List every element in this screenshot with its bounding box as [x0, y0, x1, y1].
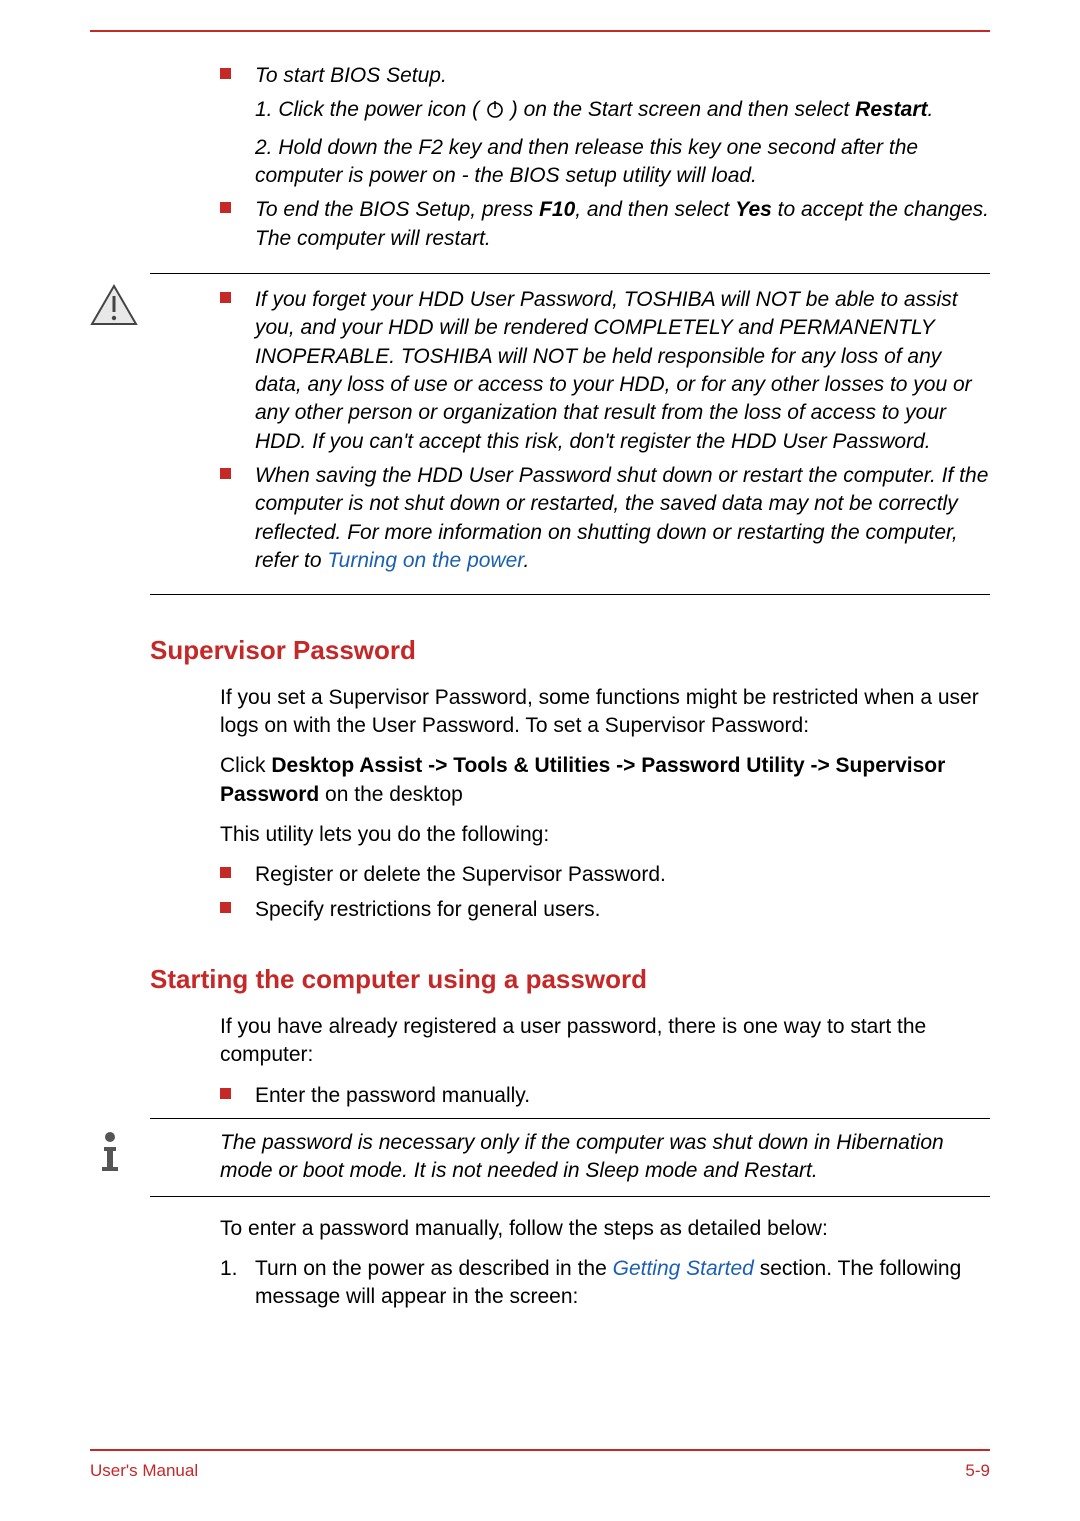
ordered-number: 1.	[220, 1255, 255, 1312]
supervisor-section: If you set a Supervisor Password, some f…	[220, 684, 990, 924]
warning-note: If you forget your HDD User Password, TO…	[150, 273, 990, 594]
info-text: The password is necessary only if the co…	[220, 1129, 990, 1186]
bullet-icon	[220, 202, 231, 213]
paragraph: To enter a password manually, follow the…	[220, 1215, 990, 1243]
list-item: To end the BIOS Setup, press F10, and th…	[220, 196, 990, 253]
paragraph: Click Desktop Assist -> Tools & Utilitie…	[220, 752, 990, 809]
list-item-text: To start BIOS Setup.	[255, 62, 990, 90]
list-item: Specify restrictions for general users.	[220, 896, 990, 924]
text-fragment: .	[524, 549, 530, 572]
paragraph: This utility lets you do the following:	[220, 821, 990, 849]
sub-step: 1. Click the power icon ( ) on the Start…	[255, 96, 990, 127]
text-fragment: ) on the Start screen and then select	[511, 98, 855, 121]
bullet-icon	[220, 902, 231, 913]
list-item-text: Specify restrictions for general users.	[255, 896, 990, 924]
bullet-icon	[220, 292, 231, 303]
link-getting-started[interactable]: Getting Started	[613, 1257, 754, 1280]
text-fragment: 1. Click the power icon (	[255, 98, 479, 121]
bullet-icon	[220, 867, 231, 878]
heading-starting-computer: Starting the computer using a password	[150, 964, 990, 995]
text-fragment: on the desktop	[319, 783, 463, 806]
starting-section: If you have already registered a user pa…	[220, 1013, 990, 1312]
info-note: The password is necessary only if the co…	[150, 1118, 990, 1197]
footer-page: 5-9	[965, 1461, 990, 1481]
warning-icon	[90, 284, 138, 333]
bios-section: To start BIOS Setup. 1. Click the power …	[220, 62, 990, 595]
list-item-text: Register or delete the Supervisor Passwo…	[255, 861, 990, 889]
text-fragment: .	[928, 98, 934, 121]
footer-title: User's Manual	[90, 1461, 198, 1481]
list-item: Enter the password manually.	[220, 1082, 990, 1110]
page-footer: User's Manual 5-9	[90, 1449, 990, 1481]
ordered-text: Turn on the power as described in the Ge…	[255, 1255, 990, 1312]
text-fragment: Turn on the power as described in the	[255, 1257, 613, 1280]
page: To start BIOS Setup. 1. Click the power …	[0, 0, 1080, 1521]
ordered-item: 1. Turn on the power as described in the…	[220, 1255, 990, 1312]
info-icon	[90, 1129, 130, 1182]
list-item: To start BIOS Setup.	[220, 62, 990, 90]
text-fragment: To end the BIOS Setup, press	[255, 198, 539, 221]
bullet-icon	[220, 468, 231, 479]
sub-step: 2. Hold down the F2 key and then release…	[255, 134, 990, 191]
list-item: When saving the HDD User Password shut d…	[220, 462, 990, 575]
warning-content: If you forget your HDD User Password, TO…	[220, 286, 990, 575]
heading-supervisor-password: Supervisor Password	[150, 635, 990, 666]
paragraph: If you have already registered a user pa…	[220, 1013, 990, 1070]
paragraph: If you set a Supervisor Password, some f…	[220, 684, 990, 741]
list-item: If you forget your HDD User Password, TO…	[220, 286, 990, 456]
bullet-icon	[220, 1088, 231, 1099]
bullet-icon	[220, 68, 231, 79]
power-icon	[485, 99, 505, 127]
link-turning-on-power[interactable]: Turning on the power	[327, 549, 523, 572]
text-bold: Yes	[735, 198, 772, 221]
list-item-text: To end the BIOS Setup, press F10, and th…	[255, 196, 990, 253]
list-item: Register or delete the Supervisor Passwo…	[220, 861, 990, 889]
text-bold: F10	[539, 198, 575, 221]
text-fragment: , and then select	[575, 198, 735, 221]
list-item-text: Enter the password manually.	[255, 1082, 990, 1110]
text-bold: Restart	[855, 98, 927, 121]
text-fragment: Click	[220, 754, 271, 777]
list-item-text: If you forget your HDD User Password, TO…	[255, 286, 990, 456]
list-item-text: When saving the HDD User Password shut d…	[255, 462, 990, 575]
top-rule	[90, 30, 990, 32]
